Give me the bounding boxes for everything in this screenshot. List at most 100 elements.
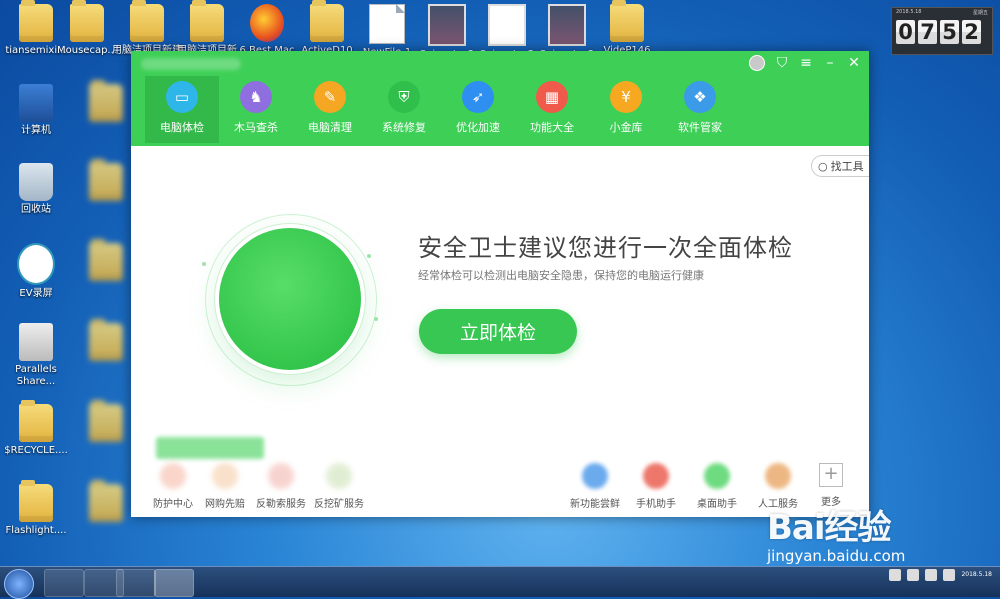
shot-icon bbox=[428, 4, 466, 46]
subline: 经常体检可以检测出电脑安全隐患，保持您的电脑运行健康 bbox=[418, 269, 704, 282]
broom-icon: ✎ bbox=[314, 81, 346, 113]
folder-icon bbox=[610, 0, 644, 42]
feature-icon bbox=[326, 463, 352, 489]
nav-tab[interactable]: ♞ 木马查杀 bbox=[219, 76, 293, 143]
feature-icon bbox=[582, 463, 608, 489]
medal-icon[interactable] bbox=[749, 55, 765, 71]
desktop-icon-label: Parallels Share... bbox=[15, 364, 57, 387]
clock-digit-3: 5 bbox=[940, 20, 959, 44]
nav-tab-label: 木马查杀 bbox=[234, 121, 278, 134]
menu-icon[interactable]: ≡ bbox=[799, 55, 813, 71]
feature-item[interactable]: 防护中心 bbox=[143, 463, 203, 510]
user-icon bbox=[19, 0, 53, 42]
watermark-logo: Bai经验 bbox=[767, 508, 892, 548]
feature-item[interactable]: 反勒索服务 bbox=[251, 463, 311, 510]
shot-light-icon bbox=[488, 4, 526, 46]
nav-tab-label: 优化加速 bbox=[456, 121, 500, 134]
desktop-icon[interactable]: Parallels Share... bbox=[0, 323, 72, 388]
doc-icon bbox=[369, 4, 405, 44]
firefox-icon bbox=[250, 4, 284, 42]
feature-item[interactable]: 网购先赔 bbox=[195, 463, 255, 510]
coin-icon: ¥ bbox=[610, 81, 642, 113]
headline: 安全卫士建议您进行一次全面体检 bbox=[418, 234, 793, 262]
minimize-button[interactable]: – bbox=[823, 55, 837, 71]
feature-item[interactable]: 手机助手 bbox=[626, 463, 686, 510]
feature-label: 反挖矿服务 bbox=[314, 499, 364, 510]
folder-icon bbox=[89, 80, 123, 122]
nav-tab[interactable]: ❖ 软件管家 bbox=[663, 76, 737, 143]
desktop-icon[interactable]: 计算机 bbox=[0, 84, 72, 137]
tray-flag-icon[interactable] bbox=[907, 569, 920, 581]
desktop-icon-label: 计算机 bbox=[21, 125, 51, 136]
folder-icon bbox=[190, 0, 224, 42]
start-button[interactable] bbox=[4, 569, 34, 599]
desktop-icon[interactable]: VideP146 bbox=[591, 0, 663, 57]
feature-icon bbox=[212, 463, 238, 489]
nav-tab[interactable]: ✎ 电脑清理 bbox=[293, 76, 367, 143]
desktop-icon[interactable]: EV录屏 bbox=[0, 243, 72, 300]
clock-weekday: 星期五 bbox=[972, 10, 988, 16]
tray-app-icon[interactable] bbox=[889, 569, 902, 581]
desktop-icon[interactable]: 回收站 bbox=[0, 163, 72, 216]
explorer-taskbar-icon[interactable] bbox=[44, 569, 84, 597]
tray-clock[interactable]: 2018.5.18 bbox=[961, 571, 992, 579]
par-icon bbox=[19, 323, 53, 361]
feature-label: 反勒索服务 bbox=[256, 499, 306, 510]
app-logo bbox=[141, 58, 241, 70]
nav-tab[interactable]: ⛨ 系统修复 bbox=[367, 76, 441, 143]
tray-volume-icon[interactable] bbox=[943, 569, 956, 581]
nav-tab[interactable]: ▭ 电脑体检 bbox=[145, 76, 219, 143]
scan-now-button[interactable]: 立即体检 bbox=[419, 309, 577, 354]
desktop-icon-label: EV录屏 bbox=[19, 288, 53, 299]
nav-tab-label: 电脑体检 bbox=[160, 121, 204, 134]
monitor-icon: ▭ bbox=[166, 81, 198, 113]
tray-network-icon[interactable] bbox=[925, 569, 938, 581]
grid-icon: ▦ bbox=[536, 81, 568, 113]
nav-tab[interactable]: ➶ 优化加速 bbox=[441, 76, 515, 143]
feature-icon bbox=[643, 463, 669, 489]
clock-date: 2018.5.18 bbox=[896, 9, 922, 15]
folder-icon bbox=[19, 480, 53, 522]
feature-icon bbox=[765, 463, 791, 489]
decor-dot bbox=[374, 317, 378, 321]
folder-icon bbox=[89, 319, 123, 361]
skin-icon[interactable]: ⛉ bbox=[775, 55, 789, 71]
clock-digit-1: 0 bbox=[896, 20, 915, 44]
feature-label: 手机助手 bbox=[636, 499, 676, 510]
nav-tab-label: 小金库 bbox=[609, 121, 643, 134]
flip-clock-widget: 2018.5.18 星期五 0 7 5 2 bbox=[891, 7, 993, 55]
system-tray: 2018.5.18 bbox=[889, 569, 992, 581]
feature-item[interactable]: 桌面助手 bbox=[687, 463, 747, 510]
plus-icon: + bbox=[819, 463, 843, 487]
desktop-icon-label: Flashlight.... bbox=[5, 525, 67, 536]
desktop-icon-label: $RECYCLE.... bbox=[4, 445, 68, 456]
folder-icon bbox=[310, 0, 344, 42]
watermark-url: jingyan.baidu.com bbox=[767, 547, 906, 565]
nav-tab-label: 功能大全 bbox=[530, 121, 574, 134]
shot-icon bbox=[548, 4, 586, 46]
window-header: ⛉ ≡ – ✕ ▭ 电脑体检 ♞ 木马查杀 ✎ 电脑清理 ⛨ 系统修复 ➶ 优化加速 ▦ 功能大全 ¥ 小… bbox=[131, 51, 869, 146]
search-icon: ○ bbox=[818, 159, 828, 173]
feature-item[interactable]: 新功能尝鲜 bbox=[565, 463, 625, 510]
promo-banner[interactable] bbox=[156, 437, 264, 459]
rocket-icon: ➶ bbox=[462, 81, 494, 113]
security-guard-taskbar-icon[interactable] bbox=[154, 569, 194, 597]
browser-taskbar-icon[interactable] bbox=[116, 569, 156, 597]
desktop-icon[interactable]: Flashlight.... bbox=[0, 480, 72, 537]
find-tools-search[interactable]: ○ 找工具 bbox=[811, 155, 869, 177]
feature-icon bbox=[268, 463, 294, 489]
nav-tab[interactable]: ▦ 功能大全 bbox=[515, 76, 589, 143]
ev-icon bbox=[17, 243, 55, 285]
taskbar: 2018.5.18 bbox=[0, 566, 1000, 599]
close-button[interactable]: ✕ bbox=[847, 55, 861, 71]
feature-item[interactable]: 反挖矿服务 bbox=[309, 463, 369, 510]
folder-icon bbox=[89, 400, 123, 442]
nav-tab[interactable]: ¥ 小金库 bbox=[589, 76, 663, 143]
apps-icon: ❖ bbox=[684, 81, 716, 113]
folder-icon bbox=[89, 480, 123, 522]
desktop-icon[interactable]: $RECYCLE.... bbox=[0, 400, 72, 457]
folder-icon bbox=[19, 400, 53, 442]
feature-label: 桌面助手 bbox=[697, 499, 737, 510]
main-nav: ▭ 电脑体检 ♞ 木马查杀 ✎ 电脑清理 ⛨ 系统修复 ➶ 优化加速 ▦ 功能大全 ¥ 小金库 ❖ 软件管家 bbox=[145, 76, 737, 143]
nav-tab-label: 软件管家 bbox=[678, 121, 722, 134]
